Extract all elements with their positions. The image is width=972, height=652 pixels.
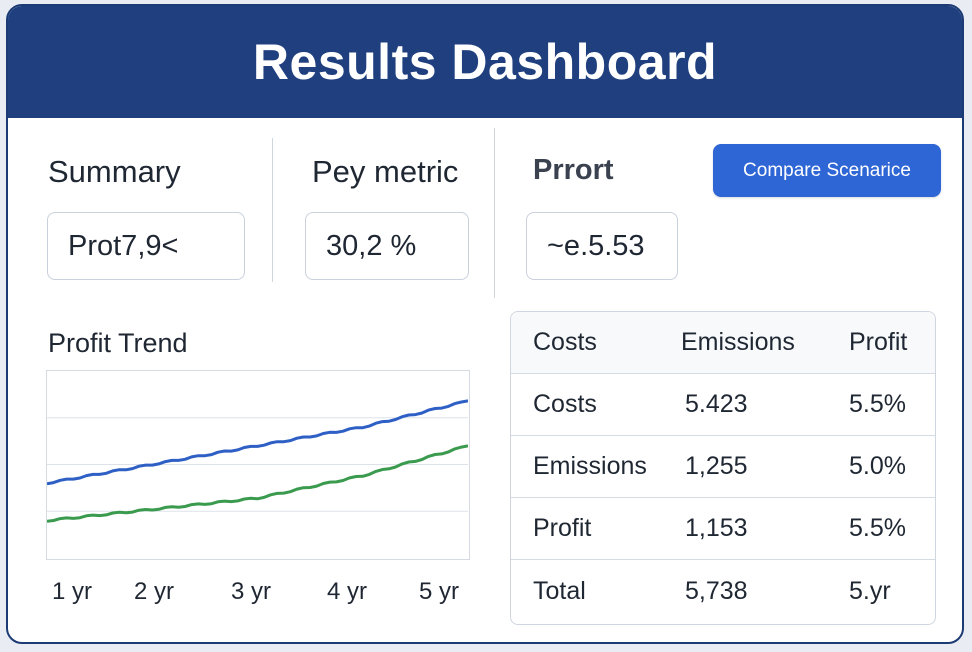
table-cell: Profit <box>533 514 592 542</box>
summary-label: Summary <box>48 154 181 189</box>
series-line-1 <box>46 399 469 486</box>
table-cell: 1,153 <box>685 514 748 542</box>
key-metric-value-field: 30,2 % <box>305 212 469 280</box>
compare-scenarios-button[interactable]: Compare Scenarice <box>713 144 941 197</box>
chart-title: Profit Trend <box>48 328 188 358</box>
profit-label: Prrort <box>533 154 614 186</box>
table-cell: 5.yr <box>849 576 891 605</box>
table-header-row: Costs Emissions Profit <box>511 312 935 374</box>
table-row: Costs 5.423 5.5% <box>511 374 935 436</box>
table-cell: Costs <box>533 390 597 418</box>
column-header: Costs <box>533 328 597 356</box>
profit-trend-chart <box>46 370 470 560</box>
column-header: Emissions <box>681 328 795 356</box>
x-tick-label: 2 yr <box>134 578 175 605</box>
column-header: Profit <box>849 328 908 356</box>
summary-value-field: Prot7,9< <box>47 212 245 280</box>
divider <box>494 128 495 298</box>
series-line-2 <box>46 444 469 523</box>
key-metric-label: Pey metric <box>312 154 459 189</box>
table-row: Profit 1,153 5.5% <box>511 498 935 560</box>
table-cell: 5.5% <box>849 514 906 542</box>
table-row: Emissions 1,255 5.0% <box>511 436 935 498</box>
page-title: Results Dashboard <box>252 34 718 90</box>
table-cell: 1,255 <box>685 452 748 480</box>
dashboard-window: Results Dashboard Summary Pey metric Prr… <box>6 4 964 644</box>
header-bar: Results Dashboard <box>8 6 962 118</box>
table-row: Total 5,738 5.yr <box>511 560 935 622</box>
results-table: Costs Emissions Profit Costs 5.423 5.5% … <box>510 311 936 625</box>
table-cell: 5.423 <box>685 390 748 418</box>
x-tick-label: 3 yr <box>231 578 272 605</box>
table-cell: Total <box>533 576 586 605</box>
x-tick-label: 1 yr <box>52 578 93 605</box>
divider <box>272 138 273 282</box>
table-cell: 5,738 <box>685 576 748 605</box>
x-tick-label: 4 yr <box>327 578 368 605</box>
table-cell: 5.5% <box>849 390 906 418</box>
x-tick-label: 5 yr <box>419 578 460 605</box>
profit-value-field: ~e.5.53 <box>526 212 678 280</box>
table-cell: 5.0% <box>849 452 906 480</box>
chart-svg <box>46 399 469 523</box>
table-cell: Emissions <box>533 452 647 480</box>
